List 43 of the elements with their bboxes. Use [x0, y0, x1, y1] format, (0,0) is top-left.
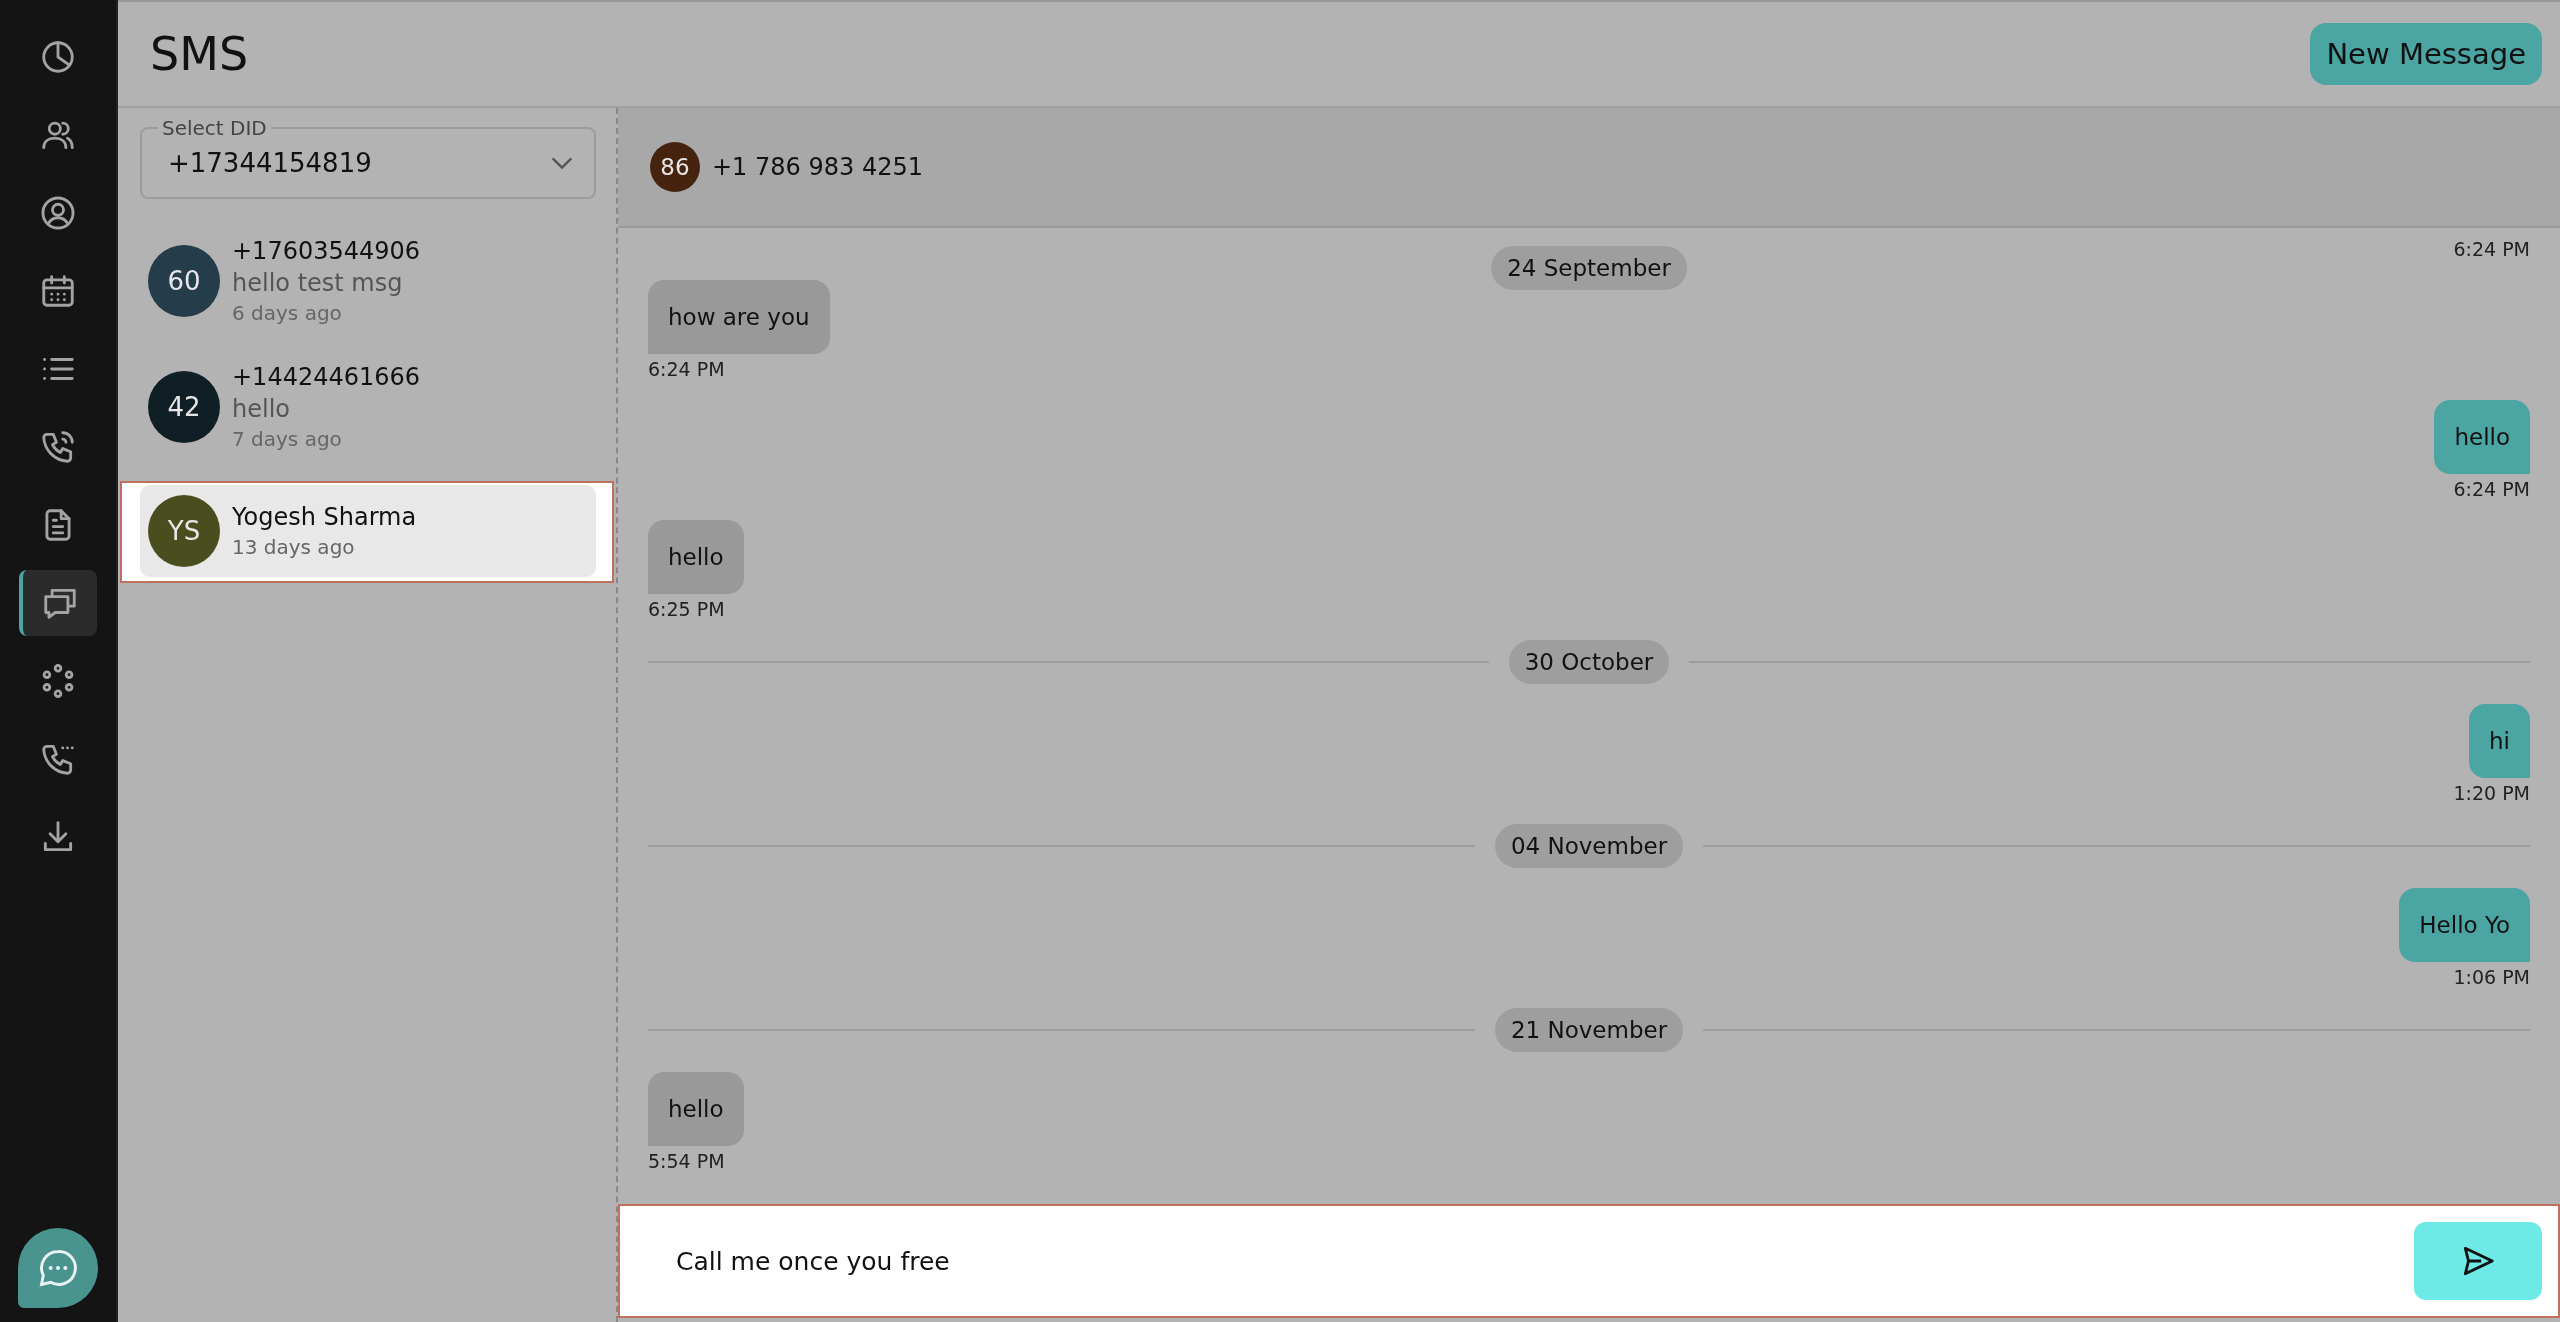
message-time: 6:24 PM	[648, 358, 725, 380]
message-input[interactable]: Call me once you free	[674, 1245, 2414, 1277]
message-time: 6:24 PM	[2453, 238, 2530, 260]
message-bubble: how are you	[648, 280, 830, 354]
phone-icon	[39, 428, 77, 466]
message-time: 6:25 PM	[648, 598, 725, 620]
avatar: 42	[148, 371, 220, 443]
contact-avatar: 86	[650, 142, 700, 192]
avatar: YS	[148, 495, 220, 567]
message-bubble: hello	[2434, 400, 2530, 474]
message-time: 1:20 PM	[2453, 782, 2530, 804]
conversation-item[interactable]: YS Yogesh Sharma 13 days ago	[140, 485, 596, 577]
time-ago: 7 days ago	[232, 427, 343, 451]
user-circle-icon	[39, 194, 77, 232]
contact-name: +14424461666	[232, 363, 421, 391]
conversation-item[interactable]: 60 +17603544906 hello test msg 6 days ago	[138, 237, 604, 325]
date-label: 24 September	[1491, 246, 1687, 290]
message-bubble: hi	[2469, 704, 2530, 778]
date-label: 30 October	[1508, 640, 1670, 684]
nav-item[interactable]	[19, 570, 97, 636]
conversation-item[interactable]: 42 +14424461666 hello 7 days ago	[138, 363, 604, 451]
message-bubble: Hello Yo	[2399, 888, 2530, 962]
message-preview: hello	[232, 395, 291, 423]
message-preview: hello test msg	[232, 269, 404, 297]
avatar: 60	[148, 245, 220, 317]
send-button[interactable]	[2414, 1222, 2542, 1300]
pie-chart-icon	[39, 38, 77, 76]
contact-name: +17603544906	[232, 237, 421, 265]
calendar-icon	[39, 272, 77, 310]
contact-number: +1 786 983 4251	[712, 153, 923, 181]
page-title: SMS	[150, 27, 249, 81]
date-label: 21 November	[1494, 1008, 1684, 1052]
contact-name: Yogesh Sharma	[232, 503, 417, 531]
message-time: 6:24 PM	[2453, 478, 2530, 500]
time-ago: 13 days ago	[232, 535, 356, 559]
message-bubble: hello	[648, 520, 744, 594]
message-bubble: hello	[648, 1072, 744, 1146]
did-value: +17344154819	[168, 148, 373, 178]
message-time: 5:54 PM	[648, 1150, 725, 1172]
message-time: 1:06 PM	[2453, 966, 2530, 988]
time-ago: 6 days ago	[232, 301, 343, 325]
date-label: 04 November	[1494, 824, 1684, 868]
new-message-button[interactable]: New Message	[2310, 23, 2542, 85]
